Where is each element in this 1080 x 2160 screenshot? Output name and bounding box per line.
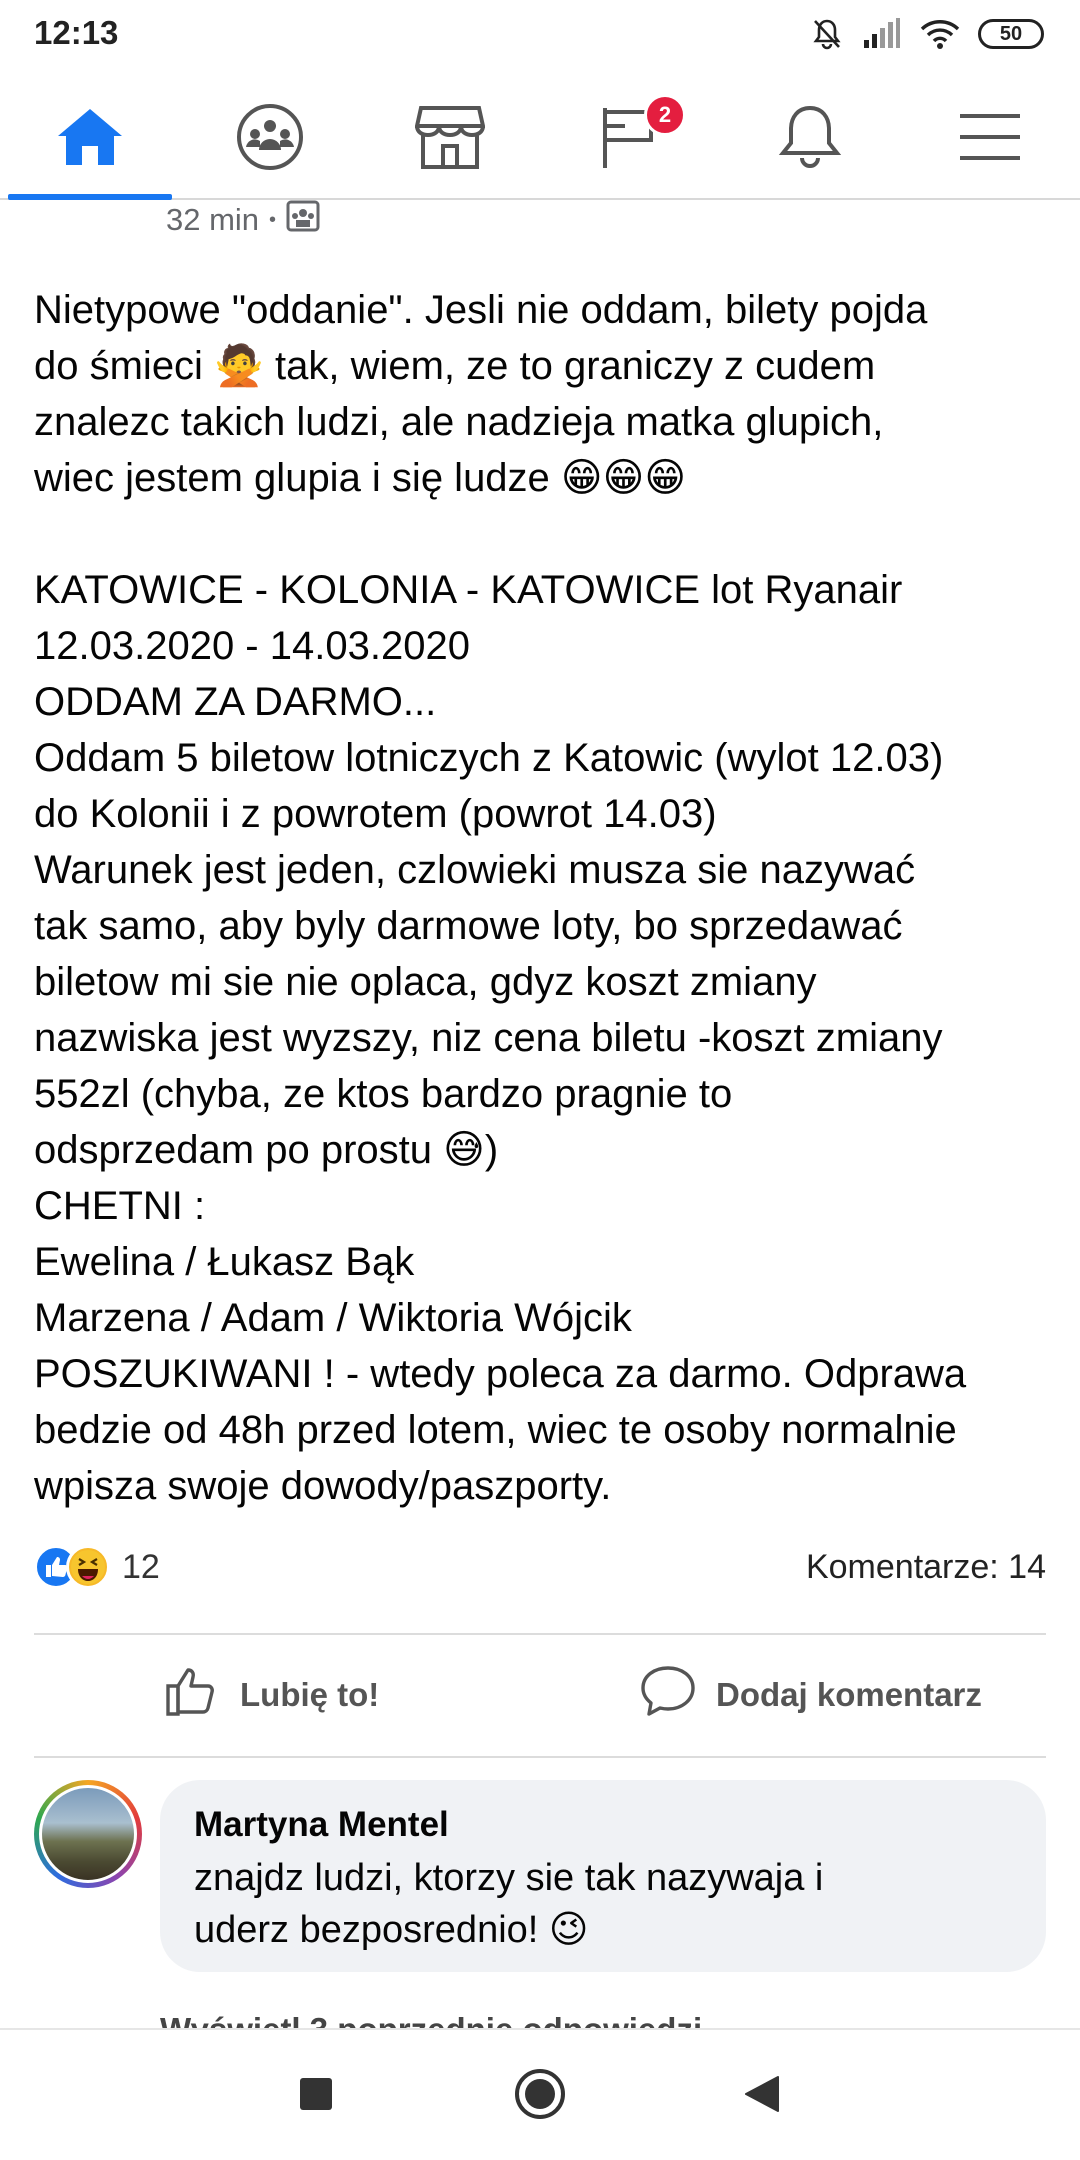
- comments-count[interactable]: Komentarze: 14: [806, 1548, 1046, 1587]
- menu-icon: [958, 110, 1022, 164]
- post-line: POSZUKIWANI ! - wtedy poleca za darmo. O…: [34, 1352, 967, 1396]
- status-icons: 50: [810, 14, 1044, 54]
- system-navigation-bar: [0, 2028, 1080, 2160]
- post-line-blank: [34, 506, 1054, 562]
- post-line: znalezc takich ludzi, ale nadzieja matka…: [34, 400, 884, 444]
- post-line: Oddam 5 biletow lotniczych z Katowic (wy…: [34, 736, 944, 780]
- tab-menu[interactable]: [900, 76, 1080, 198]
- post-line: wiec jestem glupia i się ludze 😁😁😁: [34, 456, 687, 500]
- like-label: Lubię to!: [240, 1676, 380, 1713]
- post-line: CHETNI :: [34, 1184, 206, 1228]
- divider: [34, 1633, 1046, 1635]
- post-line: nazwiska jest wyzszy, niz cena biletu -k…: [34, 1016, 943, 1060]
- notification-badge: 2: [644, 94, 686, 136]
- home-button[interactable]: [508, 2064, 572, 2128]
- post-text: Nietypowe "oddanie". Jesli nie oddam, bi…: [34, 282, 1054, 1514]
- post-meta: 32 min •: [166, 198, 320, 242]
- reactions-count: 12: [122, 1547, 160, 1586]
- divider: [34, 1756, 1046, 1758]
- post-line: KATOWICE - KOLONIA - KATOWICE lot Ryanai…: [34, 568, 903, 612]
- back-button[interactable]: [730, 2064, 794, 2128]
- speech-bubble-icon: [640, 1664, 696, 1726]
- home-icon: [55, 106, 125, 168]
- square-icon: [299, 2077, 333, 2116]
- tab-notifications[interactable]: [720, 76, 900, 198]
- comment-label: Dodaj komentarz: [716, 1676, 982, 1713]
- marketplace-icon: [415, 104, 485, 170]
- comment-bubble[interactable]: Martyna Mentel znajdz ludzi, ktorzy sie …: [160, 1780, 1046, 1972]
- thumbs-up-icon: [164, 1664, 220, 1726]
- post-line: 12.03.2020 - 14.03.2020: [34, 624, 470, 668]
- post-line: bedzie od 48h przed lotem, wiec te osoby…: [34, 1408, 957, 1452]
- post-line: Marzena / Adam / Wiktoria Wójcik: [34, 1296, 632, 1340]
- signal-icon: [862, 18, 902, 50]
- avatar[interactable]: [34, 1780, 142, 1888]
- post-line: tak samo, aby byly darmowe loty, bo sprz…: [34, 904, 903, 948]
- reactions-summary[interactable]: 12: [34, 1545, 160, 1589]
- comment-text-line: uderz bezposrednio! 😉: [194, 1909, 589, 1951]
- status-time: 12:13: [34, 14, 119, 51]
- meta-separator: •: [269, 208, 277, 231]
- muted-bell-icon: [810, 17, 844, 51]
- top-navigation: 2: [0, 76, 1080, 200]
- post-line: do śmieci 🙅 tak, wiem, ze to graniczy z …: [34, 344, 876, 388]
- post-line: Warunek jest jeden, czlowieki musza sie …: [34, 848, 916, 892]
- comment-text-line: znajdz ludzi, ktorzy sie tak nazywaja i: [194, 1857, 824, 1899]
- post-line: Ewelina / Łukasz Bąk: [34, 1240, 415, 1284]
- post-line: Nietypowe "oddanie". Jesli nie oddam, bi…: [34, 288, 928, 332]
- post-time[interactable]: 32 min: [166, 202, 259, 238]
- circle-icon: [513, 2067, 567, 2126]
- group-audience-icon: [286, 199, 320, 241]
- tab-marketplace[interactable]: [360, 76, 540, 198]
- tab-groups[interactable]: [180, 76, 360, 198]
- active-tab-indicator: [8, 194, 172, 200]
- post-line: do Kolonii i z powrotem (powrot 14.03): [34, 792, 717, 836]
- wifi-icon: [920, 18, 960, 50]
- groups-icon: [235, 102, 305, 172]
- post-line: 552zl (chyba, ze ktos bardzo pragnie to: [34, 1072, 733, 1116]
- view-previous-replies[interactable]: Wyświetl 3 poprzednie odpowiedzi: [160, 2008, 702, 2028]
- avatar-photo: [39, 1785, 137, 1883]
- post-line: odsprzedam po prostu 😅): [34, 1128, 499, 1172]
- haha-icon: [66, 1545, 110, 1589]
- like-button[interactable]: Lubię to!: [164, 1660, 379, 1730]
- post-line: ODDAM ZA DARMO...: [34, 680, 437, 724]
- tab-pages[interactable]: 2: [540, 76, 720, 198]
- post-line: wpisza swoje dowody/paszporty.: [34, 1464, 612, 1508]
- status-bar: 12:13 50: [0, 0, 1080, 70]
- recents-button[interactable]: [284, 2064, 348, 2128]
- comment-button[interactable]: Dodaj komentarz: [640, 1660, 982, 1730]
- bell-icon: [777, 102, 843, 172]
- battery-icon: 50: [978, 19, 1044, 49]
- back-triangle-icon: [744, 2075, 780, 2118]
- comment-author[interactable]: Martyna Mentel: [194, 1802, 1012, 1848]
- post-line: biletow mi sie nie oplaca, gdyz koszt zm…: [34, 960, 817, 1004]
- tab-home[interactable]: [0, 76, 180, 200]
